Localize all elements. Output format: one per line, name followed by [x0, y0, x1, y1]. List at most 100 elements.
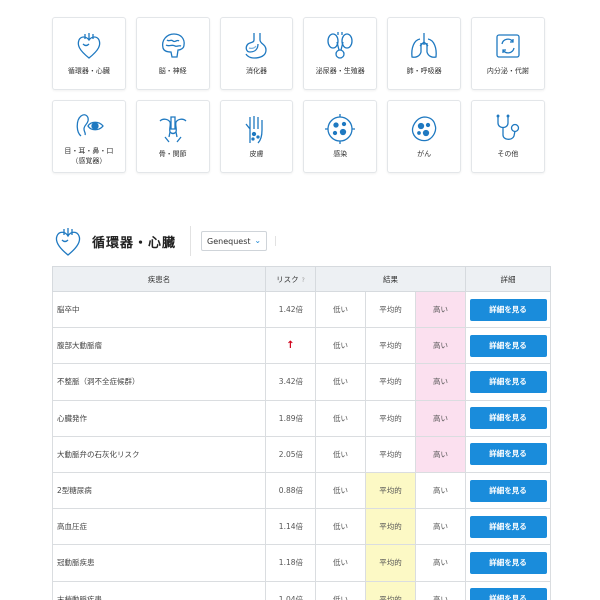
level-average: 平均的: [365, 435, 416, 473]
level-high: 高い: [414, 508, 467, 546]
lungs-icon: [411, 33, 437, 58]
level-low: 低い: [315, 327, 366, 365]
level-average: 平均的: [365, 399, 416, 437]
detail-cell: 詳細を見る: [465, 290, 552, 329]
category-label: がん: [417, 150, 432, 158]
level-low: 低い: [315, 580, 366, 600]
risk-value: ↑: [265, 327, 316, 365]
disease-name: 大動脈弁の石灰化リスク: [52, 435, 266, 473]
category-label: 感染: [333, 150, 348, 158]
table-row: 末梢動脈疾患 1.04倍 低い 平均的 高い 詳細を見る: [52, 580, 552, 600]
category-heart[interactable]: 循環器・心臓: [52, 17, 126, 90]
level-average: 平均的: [365, 508, 416, 546]
category-other[interactable]: その他: [470, 100, 545, 173]
level-high: 高い: [414, 471, 467, 510]
disease-name: 末梢動脈疾患: [52, 580, 266, 600]
provider-select[interactable]: Genequest ⌄: [201, 231, 268, 251]
stomach-icon: [245, 33, 268, 59]
table-row: 脳卒中 1.42倍 低い 平均的 高い 詳細を見る: [52, 290, 552, 329]
category-label: 循環器・心臓: [67, 67, 110, 75]
header-detail: 詳細: [465, 266, 552, 292]
detail-cell: 詳細を見る: [465, 544, 552, 582]
table-row: 冠動脈疾患 1.18倍 低い 平均的 高い 詳細を見る: [52, 544, 552, 582]
level-low: 低い: [315, 435, 366, 473]
disease-name: 高血圧症: [52, 508, 266, 546]
category-urology[interactable]: 泌尿器・生殖器: [303, 17, 378, 90]
category-label: 内分泌・代謝: [486, 67, 529, 75]
heart-icon: [77, 33, 101, 59]
level-low: 低い: [315, 399, 366, 437]
header-result: 結果: [314, 266, 467, 292]
category-skin[interactable]: 皮膚: [219, 100, 294, 173]
level-low: 低い: [315, 508, 366, 546]
level-low: 低い: [315, 544, 366, 582]
pelvis-icon: [159, 116, 187, 143]
view-detail-button[interactable]: 詳細を見る: [469, 407, 547, 430]
stethoscope-icon: [496, 114, 520, 140]
level-average: 平均的: [365, 471, 416, 510]
category-label: 泌尿器・生殖器: [315, 67, 365, 75]
level-high: 高い: [414, 435, 467, 473]
detail-cell: 詳細を見る: [465, 363, 552, 401]
category-label: 脳・神経: [158, 67, 187, 75]
detail-cell: 詳細を見る: [465, 327, 552, 365]
risk-value: 2.05倍: [265, 435, 316, 473]
up-arrow-icon: ↑: [286, 340, 295, 352]
metabolism-icon: [496, 34, 520, 58]
cancer-cell-icon: [412, 116, 437, 142]
view-detail-button[interactable]: 詳細を見る: [469, 479, 547, 502]
help-icon[interactable]: ?: [302, 277, 305, 284]
category-lungs[interactable]: 肺・呼吸器: [387, 17, 461, 90]
risk-value: 1.18倍: [265, 544, 316, 582]
level-low: 低い: [315, 471, 366, 510]
view-detail-button[interactable]: 詳細を見る: [469, 298, 547, 321]
divider: [190, 226, 192, 256]
category-label: 皮膚: [249, 150, 264, 158]
level-average: 平均的: [365, 580, 416, 600]
detail-cell: 詳細を見る: [465, 580, 552, 600]
disease-name: 腹部大動脈瘤: [52, 327, 266, 365]
view-detail-button[interactable]: 詳細を見る: [469, 551, 547, 574]
category-endocrine[interactable]: 内分泌・代謝: [470, 17, 545, 90]
category-bones[interactable]: 骨・関節: [135, 100, 210, 173]
header-disease: 疾患名: [52, 266, 266, 292]
chevron-down-icon: ⌄: [254, 236, 262, 245]
table-row: 2型糖尿病 0.88倍 低い 平均的 高い 詳細を見る: [52, 471, 552, 510]
category-cancer[interactable]: がん: [387, 100, 461, 173]
kidney-icon: [327, 32, 353, 59]
header-risk: リスク?: [265, 266, 316, 292]
skin-hand-icon: [245, 116, 264, 144]
risk-value: 1.42倍: [265, 290, 316, 329]
category-label: その他: [497, 150, 519, 158]
view-detail-button[interactable]: 詳細を見る: [469, 588, 547, 600]
level-high: 高い: [414, 327, 467, 365]
table-row: 腹部大動脈瘤 ↑ 低い 平均的 高い 詳細を見る: [52, 327, 552, 365]
table-header-row: 疾患名 リスク? 結果 詳細: [52, 266, 552, 292]
level-low: 低い: [315, 363, 366, 401]
level-average: 平均的: [365, 544, 416, 582]
level-average: 平均的: [365, 327, 416, 365]
level-average: 平均的: [365, 363, 416, 401]
risk-value: 3.42倍: [265, 363, 316, 401]
view-detail-button[interactable]: 詳細を見る: [469, 370, 547, 393]
disease-name: 不整脈（洞不全症候群）: [52, 363, 266, 401]
category-infection[interactable]: 感染: [303, 100, 378, 173]
level-low: 低い: [315, 290, 366, 329]
category-senses[interactable]: 目・耳・鼻・口 （感覚器）: [52, 100, 126, 173]
level-high: 高い: [414, 399, 467, 437]
view-detail-button[interactable]: 詳細を見る: [469, 334, 547, 357]
view-detail-button[interactable]: 詳細を見る: [469, 443, 547, 466]
category-digestive[interactable]: 消化器: [219, 17, 294, 90]
detail-cell: 詳細を見る: [465, 435, 552, 473]
view-detail-button[interactable]: 詳細を見る: [469, 515, 547, 538]
table-row: 不整脈（洞不全症候群） 3.42倍 低い 平均的 高い 詳細を見る: [52, 363, 552, 401]
detail-cell: 詳細を見る: [465, 471, 552, 510]
level-average: 平均的: [365, 290, 416, 329]
category-label: 消化器: [245, 67, 267, 75]
category-row: 目・耳・鼻・口 （感覚器） 骨・関節 皮膚 感染 がん その他: [52, 100, 550, 173]
disease-name: 心臓発作: [52, 399, 266, 437]
category-brain[interactable]: 脳・神経: [135, 17, 210, 90]
level-high: 高い: [414, 363, 467, 401]
level-high: 高い: [414, 290, 467, 329]
category-label: 肺・呼吸器: [406, 67, 442, 75]
